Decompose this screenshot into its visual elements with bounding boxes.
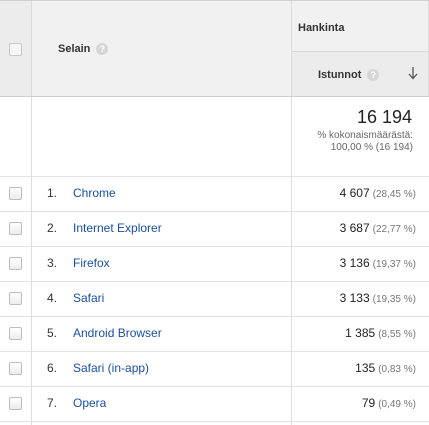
row-checkbox[interactable] <box>9 257 22 270</box>
table-row: 2. Internet Explorer 3 687 (22,77 %) <box>0 211 429 246</box>
browser-link[interactable]: Opera <box>73 396 106 410</box>
sessions-value: 1 385 <box>345 326 376 340</box>
sort-descending-icon[interactable] <box>407 66 419 80</box>
row-checkbox[interactable] <box>9 397 22 410</box>
sessions-cell: 79 (0,49 %) <box>362 396 416 410</box>
browser-link[interactable]: Chrome <box>73 186 116 200</box>
row-divider <box>0 0 429 1</box>
select-all-checkbox[interactable] <box>9 43 22 56</box>
report-table: Selain ? Hankinta Istunnot ? 16 194 % ko… <box>0 0 429 425</box>
sessions-cell: 4 607 (28,45 %) <box>340 186 416 200</box>
row-rank: 4. <box>47 291 58 305</box>
sessions-total: 16 194 <box>356 107 412 127</box>
browser-column-header[interactable]: Selain ? <box>58 43 109 55</box>
total-percent-value: 100,00 % (16 194) <box>330 142 413 153</box>
sessions-cell: 3 133 (19,35 %) <box>340 291 416 305</box>
acquisition-group-header: Hankinta <box>298 22 345 34</box>
row-rank: 3. <box>47 256 58 270</box>
sessions-cell: 1 385 (8,55 %) <box>345 326 416 340</box>
sessions-value: 3 687 <box>339 221 370 235</box>
table-row: 7. Opera 79 (0,49 %) <box>0 386 429 421</box>
row-divider <box>292 51 429 52</box>
browser-link[interactable]: Safari <box>73 291 104 305</box>
sessions-percent: (28,45 %) <box>372 189 416 200</box>
row-checkbox[interactable] <box>9 362 22 375</box>
row-rank: 1. <box>47 186 58 200</box>
table-row: 4. Safari 3 133 (19,35 %) <box>0 281 429 316</box>
browser-column-label: Selain <box>58 43 91 55</box>
sessions-percent: (19,35 %) <box>372 294 416 305</box>
row-rank: 5. <box>47 326 58 340</box>
sessions-value: 3 136 <box>339 256 370 270</box>
sessions-percent: (19,37 %) <box>372 259 416 270</box>
table-row: 6. Safari (in-app) 135 (0,83 %) <box>0 351 429 386</box>
total-percent-label: % kokonaismäärästä: <box>317 130 413 141</box>
sessions-percent: (22,77 %) <box>372 224 416 235</box>
sessions-cell: 3 136 (19,37 %) <box>340 256 416 270</box>
sessions-percent: (8,55 %) <box>378 329 416 340</box>
help-icon[interactable]: ? <box>96 43 109 55</box>
row-rank: 6. <box>47 361 58 375</box>
sessions-percent: (0,83 %) <box>378 364 416 375</box>
row-rank: 2. <box>47 221 58 235</box>
sessions-cell: 135 (0,83 %) <box>355 361 416 375</box>
browser-link[interactable]: Android Browser <box>73 326 162 340</box>
browser-link[interactable]: Safari (in-app) <box>73 361 149 375</box>
table-row: 3. Firefox 3 136 (19,37 %) <box>0 246 429 281</box>
row-checkbox[interactable] <box>9 222 22 235</box>
row-checkbox[interactable] <box>9 292 22 305</box>
browser-link[interactable]: Internet Explorer <box>73 221 162 235</box>
sessions-value: 4 607 <box>339 186 370 200</box>
row-divider <box>0 421 429 422</box>
row-divider <box>0 96 429 97</box>
browser-link[interactable]: Firefox <box>73 256 110 270</box>
sessions-value: 135 <box>355 361 376 375</box>
sessions-column-label: Istunnot <box>318 69 362 81</box>
table-row: 5. Android Browser 1 385 (8,55 %) <box>0 316 429 351</box>
sessions-percent: (0,49 %) <box>378 399 416 410</box>
row-checkbox[interactable] <box>9 187 22 200</box>
sessions-cell: 3 687 (22,77 %) <box>340 221 416 235</box>
sessions-value: 79 <box>361 396 376 410</box>
sessions-column-title[interactable]: Istunnot ? <box>318 69 380 81</box>
help-icon[interactable]: ? <box>367 69 380 81</box>
row-checkbox[interactable] <box>9 327 22 340</box>
table-row: 1. Chrome 4 607 (28,45 %) <box>0 176 429 211</box>
row-rank: 7. <box>47 396 58 410</box>
sessions-value: 3 133 <box>339 291 370 305</box>
